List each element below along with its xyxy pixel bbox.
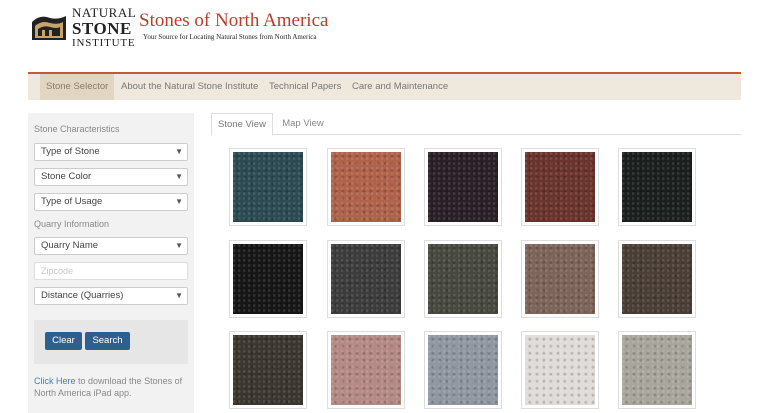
stone-tile[interactable]: [424, 331, 502, 409]
stone-color-value: Stone Color: [41, 171, 92, 182]
chevron-down-icon: ▼: [175, 172, 183, 181]
logo-line2: STONE: [72, 19, 132, 38]
stone-tile[interactable]: [618, 148, 696, 226]
main-nav: Stone Selector About the Natural Stone I…: [28, 72, 741, 100]
stone-swatch: [622, 335, 692, 405]
stone-tile[interactable]: [327, 240, 405, 318]
tab-stone-view[interactable]: Stone View: [211, 113, 273, 136]
stone-tile[interactable]: [229, 331, 307, 409]
stone-tile[interactable]: [327, 331, 405, 409]
zipcode-input[interactable]: [34, 262, 188, 280]
stone-swatch: [525, 335, 595, 405]
search-sidebar: Stone Characteristics Type of Stone ▼ St…: [28, 113, 194, 413]
view-tabs: Stone View Map View: [211, 113, 741, 136]
stone-swatch: [331, 244, 401, 314]
stone-swatch: [428, 335, 498, 405]
stone-swatch: [525, 152, 595, 222]
stone-tile[interactable]: [229, 240, 307, 318]
logo-line3: INSTITUTE: [72, 37, 136, 49]
stone-tile[interactable]: [424, 148, 502, 226]
stone-tile[interactable]: [521, 331, 599, 409]
chevron-down-icon: ▼: [175, 291, 183, 300]
type-of-usage-value: Type of Usage: [41, 196, 103, 207]
action-button-panel: Clear Search: [34, 320, 188, 364]
quarry-information-label: Quarry Information: [34, 219, 110, 229]
ipad-app-note: Click Here to download the Stones of Nor…: [34, 375, 190, 399]
chevron-down-icon: ▼: [175, 147, 183, 156]
type-of-usage-select[interactable]: Type of Usage ▼: [34, 193, 188, 211]
nav-technical-papers[interactable]: Technical Papers: [269, 74, 341, 100]
stone-tile[interactable]: [618, 240, 696, 318]
stone-logo-icon: [30, 10, 68, 44]
nav-about[interactable]: About the Natural Stone Institute: [121, 74, 258, 100]
type-of-stone-select[interactable]: Type of Stone ▼: [34, 143, 188, 161]
distance-quarries-select[interactable]: Distance (Quarries) ▼: [34, 287, 188, 305]
stone-tile[interactable]: [229, 148, 307, 226]
site-title[interactable]: Stones of North America: [139, 10, 328, 32]
chevron-down-icon: ▼: [175, 241, 183, 250]
stone-characteristics-label: Stone Characteristics: [34, 124, 120, 134]
stone-swatch: [233, 152, 303, 222]
stone-swatch: [428, 152, 498, 222]
stone-tile[interactable]: [424, 240, 502, 318]
stone-tile[interactable]: [521, 148, 599, 226]
stone-tile[interactable]: [618, 331, 696, 409]
stone-swatch: [622, 244, 692, 314]
site-tagline: Your Source for Locating Natural Stones …: [143, 33, 317, 41]
nsi-logo[interactable]: NATURAL STONE INSTITUTE: [30, 6, 136, 49]
tab-map-view[interactable]: Map View: [277, 113, 329, 135]
quarry-name-select[interactable]: Quarry Name ▼: [34, 237, 188, 255]
logo-line1: NATURAL: [72, 5, 137, 20]
stone-swatch: [331, 152, 401, 222]
chevron-down-icon: ▼: [175, 197, 183, 206]
stone-swatch: [428, 244, 498, 314]
nav-stone-selector[interactable]: Stone Selector: [40, 74, 115, 100]
stone-tile[interactable]: [521, 240, 599, 318]
stone-swatch: [233, 335, 303, 405]
site-header: NATURAL STONE INSTITUTE Stones of North …: [0, 0, 768, 72]
stone-tile[interactable]: [327, 148, 405, 226]
stone-swatch: [622, 152, 692, 222]
clear-button[interactable]: Clear: [45, 332, 82, 350]
distance-quarries-value: Distance (Quarries): [41, 290, 124, 301]
type-of-stone-value: Type of Stone: [41, 146, 100, 157]
stone-swatch: [233, 244, 303, 314]
nav-care-maintenance[interactable]: Care and Maintenance: [352, 74, 448, 100]
search-button[interactable]: Search: [85, 332, 130, 350]
stone-swatch: [525, 244, 595, 314]
stone-swatch: [331, 335, 401, 405]
click-here-link[interactable]: Click Here: [34, 376, 76, 386]
logo-wordmark: NATURAL STONE INSTITUTE: [72, 6, 136, 49]
quarry-name-value: Quarry Name: [41, 240, 99, 251]
stone-color-select[interactable]: Stone Color ▼: [34, 168, 188, 186]
